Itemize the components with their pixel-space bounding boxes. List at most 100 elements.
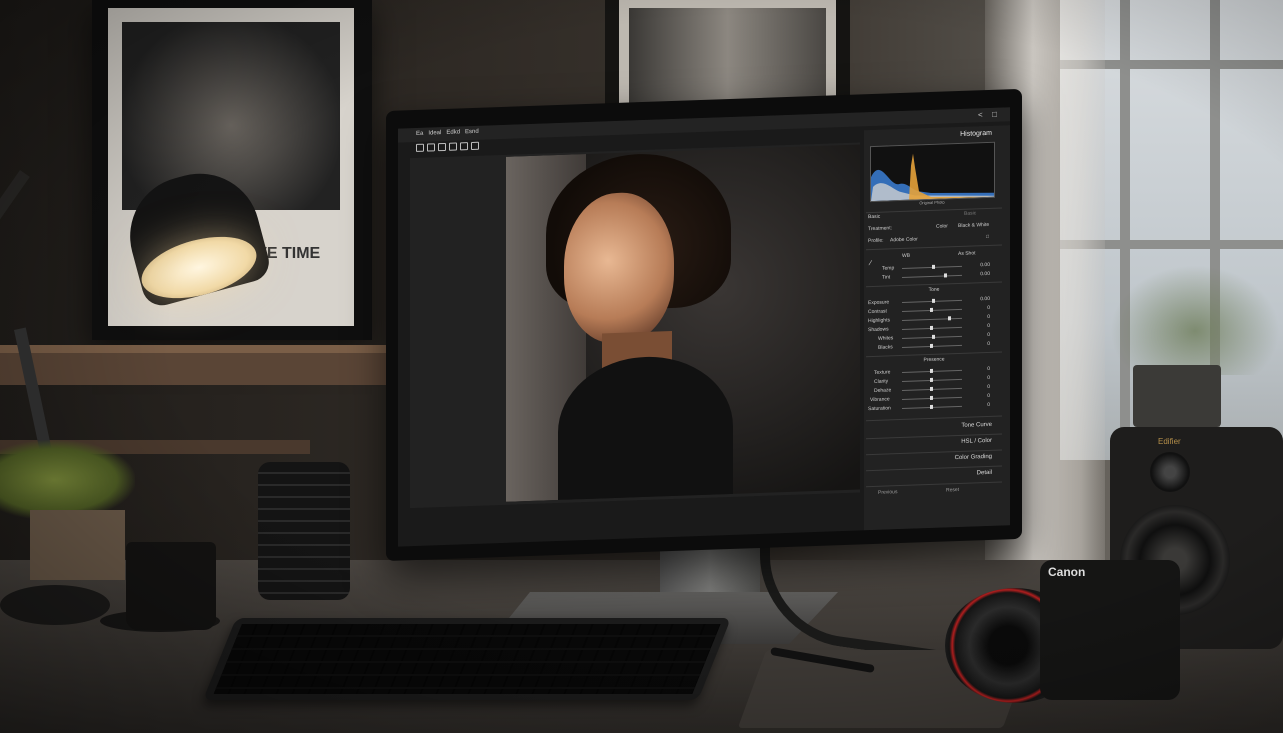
toolbar <box>416 141 479 152</box>
tone-curve-section[interactable]: Tone Curve <box>864 422 992 432</box>
divider <box>866 481 1002 488</box>
divider <box>866 244 1002 251</box>
highlights-track[interactable] <box>902 317 962 321</box>
clarity-value[interactable]: 0 <box>987 375 990 381</box>
profile-label: Profile: <box>868 237 884 245</box>
highlights-slider-handle[interactable] <box>948 316 951 321</box>
vibrance-slider-handle[interactable] <box>930 395 933 401</box>
whites-value[interactable]: 0 <box>987 332 990 338</box>
dehaze-label: Dehaze <box>874 387 892 394</box>
texture-value[interactable]: 0 <box>987 366 990 372</box>
blacks-slider-handle[interactable] <box>930 343 933 349</box>
preset-icon[interactable] <box>460 142 468 151</box>
speaker-brand: Edifier <box>1158 437 1181 446</box>
divider <box>866 415 1002 422</box>
tint-slider-handle[interactable] <box>944 273 947 278</box>
keyboard <box>203 618 732 700</box>
blacks-value[interactable]: 0 <box>987 341 990 347</box>
wb-row: WB As Shot <box>868 250 1000 259</box>
portrait-photo <box>506 144 860 502</box>
subject-face <box>564 190 674 345</box>
texture-row: Texture 0 <box>868 366 1000 376</box>
profile-row: Profile: Adobe Color □ <box>868 234 1000 244</box>
clarity-label: Clarity <box>874 378 889 385</box>
desk-plant <box>0 440 135 520</box>
menu-item[interactable]: Ea <box>416 131 423 137</box>
histogram-center: Original Photo <box>919 199 945 206</box>
redeye-icon[interactable] <box>449 142 457 151</box>
temp-value[interactable]: 0.00 <box>980 262 990 268</box>
treatment-label: Treatment: <box>868 225 892 233</box>
saturation-value[interactable]: 0 <box>987 402 990 408</box>
temp-label: Temp <box>882 265 895 272</box>
contrast-value[interactable]: 0 <box>987 305 990 311</box>
whites-label: Whites <box>878 335 894 342</box>
window-pot <box>1133 365 1221 427</box>
blacks-label: Blacks <box>878 344 893 351</box>
shelf-top <box>0 345 395 353</box>
shadows-label: Shadows <box>868 326 889 334</box>
exposure-value[interactable]: 0.00 <box>980 296 990 302</box>
photo-scene: FIVE TIME Edifier Ea Ideal Edkd Esnd < □… <box>0 0 1283 733</box>
histogram <box>870 141 995 203</box>
wall-frame-large: FIVE TIME <box>92 0 372 340</box>
desk-plant-pot <box>30 510 125 580</box>
exposure-slider-handle[interactable] <box>932 298 935 303</box>
photo-canvas[interactable] <box>410 142 860 509</box>
share-icon[interactable]: < <box>978 110 983 119</box>
vibrance-label: Vibrance <box>870 396 890 404</box>
heal-icon[interactable] <box>427 143 435 152</box>
tint-label: Tint <box>882 274 891 281</box>
dehaze-value[interactable]: 0 <box>987 384 990 390</box>
exposure-label: Exposure <box>868 299 890 307</box>
app-menu: Ea Ideal Edkd Esnd <box>416 129 479 137</box>
profile-select[interactable]: Adobe Color <box>890 236 918 243</box>
screen: Ea Ideal Edkd Esnd < □ Histogram Origina… <box>398 107 1010 547</box>
speaker-tweeter <box>1150 452 1190 492</box>
menu-item[interactable]: Esnd <box>465 129 479 135</box>
highlights-row: Highlights 0 <box>868 314 1000 324</box>
monitor: Ea Ideal Edkd Esnd < □ Histogram Origina… <box>386 88 1022 561</box>
saturation-slider-handle[interactable] <box>930 404 933 410</box>
vibrance-value[interactable]: 0 <box>987 393 990 399</box>
texture-slider-handle[interactable] <box>930 368 933 374</box>
crop-icon[interactable] <box>416 143 424 152</box>
highlights-label: Highlights <box>868 317 890 325</box>
temp-slider-handle[interactable] <box>932 264 935 269</box>
dehaze-slider-handle[interactable] <box>930 386 933 392</box>
shadows-slider-handle[interactable] <box>930 325 933 331</box>
camera-brand: Canon <box>1048 565 1086 579</box>
texture-label: Texture <box>874 369 891 376</box>
tint-value[interactable]: 0.00 <box>980 271 990 277</box>
contrast-slider-handle[interactable] <box>930 307 933 313</box>
menu-item[interactable]: Edkd <box>446 129 460 135</box>
develop-panel: Histogram Original Photo Basic Basic Tre… <box>864 125 1010 531</box>
tint-track[interactable] <box>902 274 962 278</box>
reset-button[interactable]: Reset <box>946 487 959 493</box>
keyboard-rows <box>213 624 721 694</box>
whites-slider-handle[interactable] <box>932 334 935 339</box>
profile-browser-icon[interactable]: □ <box>986 234 989 240</box>
temp-row: Temp 0.00 <box>868 262 1000 272</box>
window-plant <box>1110 265 1280 375</box>
hsl-color-section[interactable]: HSL / Color <box>864 438 992 448</box>
treatment-bw-button[interactable]: Black & White <box>958 222 989 229</box>
menu-item[interactable]: Ideal <box>428 130 441 136</box>
eyedropper-icon[interactable]: ∕ <box>870 260 871 267</box>
previous-button[interactable]: Previous <box>878 489 897 496</box>
wb-label: WB <box>902 252 911 259</box>
treatment-color-button[interactable]: Color <box>936 223 948 229</box>
clarity-slider-handle[interactable] <box>930 377 933 383</box>
color-grading-section[interactable]: Color Grading <box>864 454 992 464</box>
lamp-base <box>0 585 110 625</box>
detail-section[interactable]: Detail <box>864 470 992 480</box>
histogram-title: Histogram <box>960 129 992 138</box>
wb-select[interactable]: As Shot <box>958 250 976 257</box>
coffee-mug <box>126 542 216 630</box>
highlights-value[interactable]: 0 <box>987 314 990 320</box>
camera-body <box>1040 560 1180 700</box>
panel-toggle-icon[interactable]: □ <box>992 110 997 119</box>
grid-icon[interactable] <box>471 141 479 151</box>
shadows-value[interactable]: 0 <box>987 323 990 329</box>
mask-icon[interactable] <box>438 142 446 152</box>
